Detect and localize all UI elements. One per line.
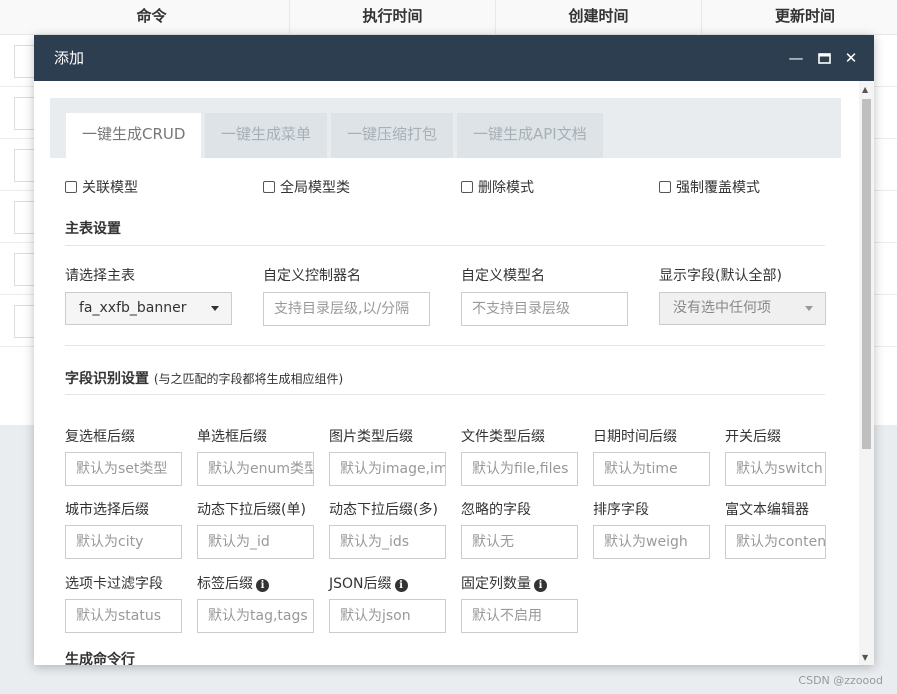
row-checkbox[interactable] xyxy=(14,149,36,182)
info-icon[interactable]: i xyxy=(534,579,547,592)
controller-label: 自定义控制器名 xyxy=(263,268,361,284)
datetime-suffix-input[interactable]: 默认为time xyxy=(593,452,710,486)
checkbox[interactable] xyxy=(461,181,473,193)
field-label: JSON后缀 i xyxy=(329,573,408,593)
divider xyxy=(65,345,825,346)
column-header-create-time[interactable]: 创建时间 xyxy=(496,0,702,35)
radio-suffix-input[interactable]: 默认为enum类型 xyxy=(197,452,314,486)
add-dialog: 添加 — ✕ 一键生成CRUD 一键生成菜单 一键压缩打包 一键生成API文档 … xyxy=(34,35,874,665)
close-icon[interactable]: ✕ xyxy=(841,48,861,68)
field-label: 选项卡过滤字段 xyxy=(65,576,163,592)
tab-api-doc[interactable]: 一键生成API文档 xyxy=(457,113,603,158)
main-table-select[interactable]: fa_xxfb_banner xyxy=(65,292,232,325)
dialog-body: 一键生成CRUD 一键生成菜单 一键压缩打包 一键生成API文档 关联模型 全局… xyxy=(34,81,874,665)
chevron-down-icon xyxy=(211,306,219,311)
field-label: 复选框后缀 xyxy=(65,429,135,445)
row-checkbox[interactable] xyxy=(14,97,36,130)
city-suffix-input[interactable]: 默认为city xyxy=(65,525,182,559)
scrollbar-thumb[interactable] xyxy=(862,99,871,449)
dialog-title-bar[interactable]: 添加 — ✕ xyxy=(34,35,874,81)
row-checkbox[interactable] xyxy=(14,253,36,286)
info-icon[interactable]: i xyxy=(256,579,269,592)
minimize-icon[interactable]: — xyxy=(786,48,806,68)
editor-suffix-input[interactable]: 默认为content xyxy=(725,525,826,559)
section-title-field-recognition: 字段识别设置 (与之匹配的字段都将生成相应组件) xyxy=(65,371,344,387)
field-label: 标签后缀 i xyxy=(197,573,269,593)
field-label: 开关后缀 xyxy=(725,429,781,445)
field-label: 富文本编辑器 xyxy=(725,502,809,518)
tab-menu[interactable]: 一键生成菜单 xyxy=(205,113,328,158)
tab-package[interactable]: 一键压缩打包 xyxy=(331,113,454,158)
tab-filter-input[interactable]: 默认为status xyxy=(65,599,182,633)
field-label: 动态下拉后缀(多) xyxy=(329,502,438,518)
field-label: 文件类型后缀 xyxy=(461,429,545,445)
scroll-down-icon[interactable]: ▼ xyxy=(862,653,868,662)
field-label: 动态下拉后缀(单) xyxy=(197,502,306,518)
tab-crud[interactable]: 一键生成CRUD xyxy=(66,113,202,158)
main-table-label: 请选择主表 xyxy=(65,268,135,284)
checkbox-suffix-input[interactable]: 默认为set类型 xyxy=(65,452,182,486)
column-header-update-time[interactable]: 更新时间 xyxy=(702,0,897,35)
column-header-command[interactable]: 命令 xyxy=(14,0,290,35)
watermark: CSDN @zzoood xyxy=(798,674,883,687)
option-force-overwrite[interactable]: 强制覆盖模式 xyxy=(659,178,760,198)
fixed-columns-input[interactable]: 默认不启用 xyxy=(461,599,578,633)
option-delete-mode[interactable]: 删除模式 xyxy=(461,178,534,198)
tab-bar: 一键生成CRUD 一键生成菜单 一键压缩打包 一键生成API文档 xyxy=(50,98,841,158)
display-fields-select[interactable]: 没有选中任何项 xyxy=(659,292,826,325)
scroll-up-icon[interactable]: ▲ xyxy=(862,85,868,94)
dialog-title: 添加 xyxy=(54,49,85,67)
column-header-exec-time[interactable]: 执行时间 xyxy=(290,0,496,35)
field-label: 排序字段 xyxy=(593,502,649,518)
scrollbar[interactable]: ▲ ▼ xyxy=(859,81,874,665)
divider xyxy=(65,245,825,246)
field-label: 日期时间后缀 xyxy=(593,429,677,445)
image-suffix-input[interactable]: 默认为image,images xyxy=(329,452,446,486)
json-suffix-input[interactable]: 默认为json xyxy=(329,599,446,633)
maximize-icon[interactable] xyxy=(814,48,834,68)
field-label: 忽略的字段 xyxy=(461,502,531,518)
option-global-model[interactable]: 全局模型类 xyxy=(263,178,350,198)
section-title-command: 生成命令行 xyxy=(65,652,135,665)
field-label: 固定列数量 i xyxy=(461,573,547,593)
switch-suffix-input[interactable]: 默认为switch xyxy=(725,452,826,486)
table-header: 命令 执行时间 创建时间 更新时间 xyxy=(0,0,897,35)
field-label: 单选框后缀 xyxy=(197,429,267,445)
section-title-main-table: 主表设置 xyxy=(65,221,121,237)
file-suffix-input[interactable]: 默认为file,files xyxy=(461,452,578,486)
checkbox[interactable] xyxy=(263,181,275,193)
controller-input[interactable]: 支持目录层级,以/分隔 xyxy=(263,292,430,326)
row-checkbox[interactable] xyxy=(14,305,36,338)
field-label: 城市选择后缀 xyxy=(65,502,149,518)
row-checkbox[interactable] xyxy=(14,45,36,78)
option-relation-model[interactable]: 关联模型 xyxy=(65,178,138,198)
chevron-down-icon xyxy=(805,306,813,311)
divider xyxy=(65,394,825,395)
select-single-suffix-input[interactable]: 默认为_id xyxy=(197,525,314,559)
sort-field-input[interactable]: 默认为weigh xyxy=(593,525,710,559)
display-fields-label: 显示字段(默认全部) xyxy=(659,268,782,284)
select-multi-suffix-input[interactable]: 默认为_ids xyxy=(329,525,446,559)
checkbox[interactable] xyxy=(659,181,671,193)
field-label: 图片类型后缀 xyxy=(329,429,413,445)
info-icon[interactable]: i xyxy=(394,579,408,592)
tag-suffix-input[interactable]: 默认为tag,tags xyxy=(197,599,314,633)
ignore-fields-input[interactable]: 默认无 xyxy=(461,525,578,559)
model-label: 自定义模型名 xyxy=(461,268,545,284)
checkbox[interactable] xyxy=(65,181,77,193)
model-input[interactable]: 不支持目录层级 xyxy=(461,292,628,326)
row-checkbox[interactable] xyxy=(14,201,36,234)
